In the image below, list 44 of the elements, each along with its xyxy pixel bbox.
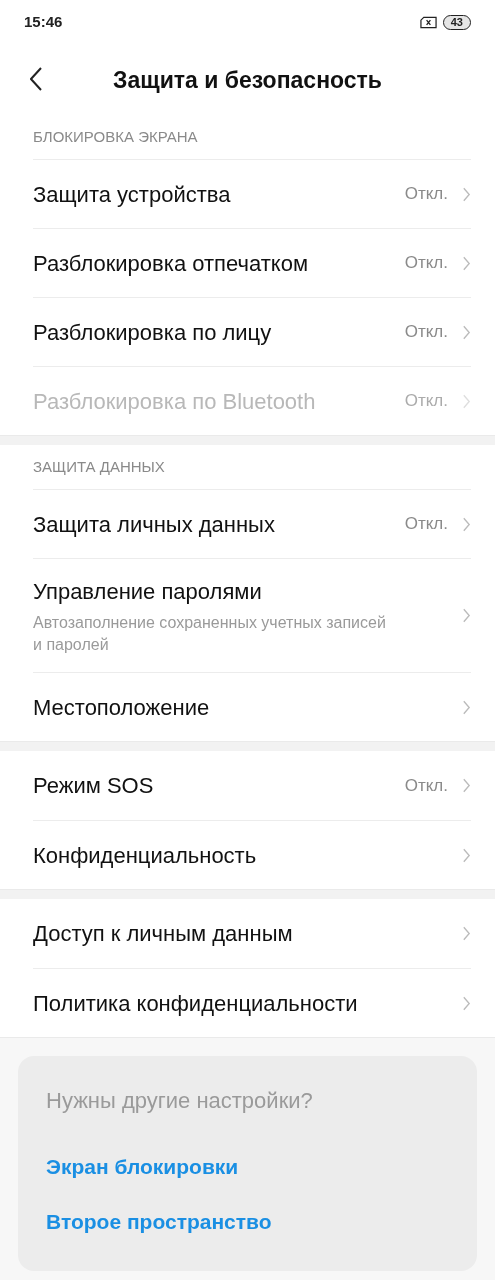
row-title: Режим SOS: [33, 772, 154, 800]
suggestions-title: Нужны другие настройки?: [46, 1087, 314, 1115]
status-time: 15:46: [24, 12, 63, 33]
chevron-icon: [462, 516, 471, 532]
settings-row[interactable]: Режим SOS Откл.: [33, 751, 471, 820]
back-button[interactable]: [30, 67, 42, 91]
battery-indicator: 43: [442, 15, 471, 30]
chevron-icon: [462, 847, 471, 863]
section-header: ЗАЩИТА ДАННЫХ: [32, 456, 166, 477]
section-header: БЛОКИРОВКА ЭКРАНА: [32, 126, 199, 147]
row-value: Откл.: [404, 513, 448, 536]
row-title: Защита устройства: [33, 180, 231, 209]
row-title: Конфиденциальность: [33, 841, 257, 870]
row-title: Разблокировка отпечатком: [33, 249, 308, 278]
settings-row[interactable]: Управление паролями Автозаполнение сохраненных учетных записей и паролей: [33, 558, 471, 672]
row-title: Управление паролями: [33, 578, 263, 606]
row-value: Откл.: [404, 183, 448, 206]
row-value: Откл.: [404, 321, 448, 344]
row-title: Разблокировка по лицу: [33, 318, 272, 347]
chevron-icon: [462, 995, 471, 1011]
page-title: Защита и безопасность: [113, 65, 382, 95]
settings-row[interactable]: Защита устройства Откл.: [33, 159, 471, 228]
settings-row[interactable]: Разблокировка отпечатком Откл.: [33, 228, 471, 297]
chevron-icon: [462, 926, 471, 941]
row-value: Откл.: [404, 390, 448, 413]
row-title: Защита личных данных: [33, 510, 275, 539]
settings-row[interactable]: Доступ к личным данным: [33, 899, 471, 968]
chevron-icon: [462, 699, 471, 715]
chevron-icon: [462, 324, 471, 340]
row-title: Политика конфиденциальности: [33, 989, 358, 1018]
settings-row[interactable]: Защита личных данных Откл.: [33, 489, 471, 558]
chevron-icon: [462, 608, 471, 623]
chevron-icon: [462, 186, 471, 202]
row-title: Местоположение: [33, 693, 210, 722]
row-value: Откл.: [404, 774, 448, 797]
row-title: Доступ к личным данным: [33, 920, 293, 948]
row-title: Разблокировка по Bluetooth: [33, 387, 316, 416]
chevron-icon: [462, 393, 471, 409]
chevron-icon: [462, 778, 471, 793]
row-subtitle: Автозаполнение сохраненных учетных записей и паролей: [33, 613, 387, 655]
settings-row[interactable]: Разблокировка по лицу Откл.: [33, 297, 471, 366]
chevron-icon: [462, 255, 471, 271]
sim-icon: [419, 16, 437, 29]
row-value: Откл.: [404, 252, 448, 275]
